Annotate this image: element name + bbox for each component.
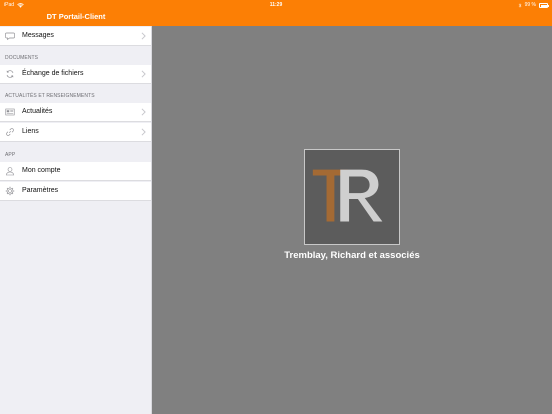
chevron-right-icon (141, 70, 146, 78)
detail-pane: Tremblay, Richard et associés (152, 26, 552, 414)
nav-title: DT Portail-Client (46, 12, 106, 21)
newspaper-icon (5, 108, 15, 116)
gear-icon (5, 186, 15, 196)
section-header-app: APP (5, 152, 16, 158)
bluetooth-icon (518, 2, 521, 8)
sidebar-item-my-account[interactable]: Mon compte (0, 162, 151, 181)
sidebar-item-links[interactable]: Liens (0, 123, 151, 142)
sidebar-item-label: Liens (22, 128, 39, 135)
chevron-right-icon (141, 128, 146, 136)
top-bar: iPad 11:29 99 % DT Portail-Client (0, 0, 552, 26)
sidebar-item-messages[interactable]: Messages (0, 27, 151, 46)
logo-graphic (305, 150, 399, 244)
sidebar-item-label: Mon compte (22, 167, 61, 174)
sidebar: Messages DOCUMENTS Échange de fichiers A… (0, 26, 152, 414)
user-icon (5, 167, 15, 176)
company-name: Tremblay, Richard et associés (284, 250, 420, 261)
section-header-news: ACTUALITÉS ET RENSEIGNEMENTS (5, 93, 95, 99)
section-header-documents: DOCUMENTS (5, 55, 39, 61)
sidebar-item-label: Échange de fichiers (22, 70, 84, 77)
company-logo (304, 149, 400, 245)
chevron-right-icon (141, 32, 146, 40)
chevron-right-icon (141, 108, 146, 116)
sidebar-item-news[interactable]: Actualités (0, 103, 151, 122)
status-bar: iPad 11:29 99 % (0, 0, 552, 9)
status-right: 99 % (518, 2, 549, 8)
status-time: 11:29 (269, 2, 283, 8)
sidebar-item-settings[interactable]: Paramètres (0, 182, 151, 201)
link-icon (6, 128, 14, 136)
sidebar-item-label: Actualités (22, 108, 53, 115)
sidebar-item-label: Paramètres (22, 187, 59, 194)
battery-icon (539, 2, 549, 8)
chat-bubble-icon (5, 32, 15, 41)
sidebar-item-file-exchange[interactable]: Échange de fichiers (0, 65, 151, 84)
sidebar-item-label: Messages (22, 32, 54, 39)
sync-icon (6, 70, 14, 78)
battery-percent: 99 % (524, 2, 536, 8)
